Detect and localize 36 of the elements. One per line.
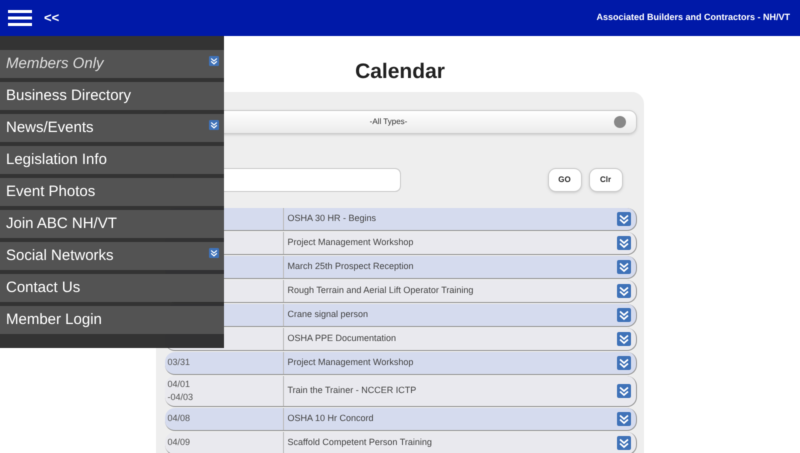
menu-item[interactable]: News/Events bbox=[0, 114, 224, 142]
menu-item[interactable]: Business Directory bbox=[0, 82, 224, 110]
double-chevron-down-icon bbox=[616, 260, 630, 274]
event-date: 04/08 bbox=[166, 412, 190, 425]
event-row[interactable]: 04/08 OSHA 10 Hr Concord bbox=[164, 408, 636, 430]
menu-item[interactable]: Event Photos bbox=[0, 178, 224, 206]
double-chevron-down-icon bbox=[616, 356, 630, 370]
menu-item[interactable]: Members Only bbox=[0, 50, 224, 78]
event-date: 03/31 bbox=[166, 356, 190, 369]
event-row[interactable]: 04/09 Scaffold Competent Person Training bbox=[164, 432, 636, 453]
event-row[interactable]: 03/31 Project Management Workshop bbox=[164, 352, 636, 374]
double-chevron-down-icon bbox=[616, 332, 630, 346]
double-chevron-down-icon bbox=[616, 384, 630, 398]
double-chevron-down-icon bbox=[616, 284, 630, 298]
menu-item[interactable]: Join ABC NH/VT bbox=[0, 210, 224, 238]
menu-item[interactable]: Contact Us bbox=[0, 274, 224, 302]
double-chevron-down-icon bbox=[209, 248, 219, 258]
event-date: 04/01 -04/03 bbox=[166, 378, 194, 404]
double-chevron-down-icon bbox=[616, 212, 630, 226]
menu-item[interactable]: Social Networks bbox=[0, 242, 224, 270]
menu-item[interactable]: Member Login bbox=[0, 306, 224, 334]
double-chevron-down-icon bbox=[209, 120, 219, 130]
clear-button[interactable]: Clr bbox=[588, 168, 622, 192]
double-chevron-down-icon bbox=[209, 56, 219, 66]
site-title: Associated Builders and Contractors - NH/VT bbox=[596, 11, 791, 24]
page-title: Calendar bbox=[355, 59, 445, 85]
menu-icon[interactable] bbox=[8, 10, 32, 26]
back-button[interactable]: << bbox=[44, 8, 60, 28]
double-chevron-down-icon bbox=[616, 236, 630, 250]
event-date: 04/09 bbox=[166, 436, 190, 449]
double-chevron-down-icon bbox=[616, 436, 630, 450]
go-button[interactable]: GO bbox=[548, 168, 582, 192]
double-chevron-down-icon bbox=[616, 412, 630, 426]
event-row[interactable]: 04/01 -04/03 Train the Trainer - NCCER ICTP bbox=[164, 376, 636, 406]
double-chevron-down-icon bbox=[616, 308, 630, 322]
menu-item[interactable]: Legislation Info bbox=[0, 146, 224, 174]
